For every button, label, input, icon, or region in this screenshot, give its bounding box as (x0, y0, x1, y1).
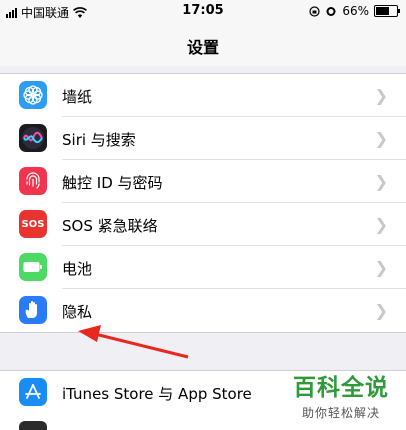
watermark: 百科全说 助你轻松解决 (282, 368, 400, 421)
fingerprint-icon (19, 167, 47, 195)
settings-row-label: 触控 ID 与密码 (62, 174, 163, 192)
group-spacer (0, 66, 406, 72)
siri-icon (19, 124, 47, 152)
status-right: 66% (309, 4, 400, 18)
settings-row-label: 电池 (62, 260, 93, 278)
page-title: 设置 (186, 38, 219, 57)
app-store-icon (19, 378, 47, 406)
chevron-right-icon: ❯ (374, 258, 388, 277)
battery-icon (19, 253, 47, 281)
settings-row-touch-id[interactable]: 触控 ID 与密码 ❯ (0, 160, 406, 203)
battery-indicator-icon (374, 5, 400, 17)
sos-icon-text: SOS (21, 218, 45, 230)
settings-row-siri[interactable]: Siri 与搜索 ❯ (0, 117, 406, 160)
chevron-right-icon: ❯ (374, 301, 388, 320)
settings-row-wallpaper[interactable]: 墙纸 ❯ (0, 74, 406, 117)
settings-row-battery[interactable]: 电池 ❯ (0, 246, 406, 289)
status-bar: 中国联通 17:05 66% (0, 0, 406, 24)
settings-row-label: iTunes Store 与 App Store (62, 385, 252, 403)
navigation-bar: 设置 (0, 24, 406, 67)
settings-row-sos[interactable]: SOS SOS 紧急联络 ❯ (0, 203, 406, 246)
watermark-main: 百科全说 (293, 375, 389, 401)
settings-row-privacy[interactable]: 隐私 ❯ (0, 289, 406, 332)
chevron-right-icon: ❯ (374, 129, 388, 148)
chevron-right-icon: ❯ (374, 86, 388, 105)
battery-fill (376, 7, 389, 15)
battery-percent: 66% (342, 4, 369, 18)
orientation-lock-icon (309, 5, 320, 17)
chevron-right-icon: ❯ (374, 215, 388, 234)
privacy-hand-icon (19, 296, 47, 324)
sos-icon: SOS (19, 210, 47, 238)
alarm-icon (326, 7, 336, 16)
settings-list: 墙纸 ❯ Siri 与搜索 ❯ 触控 ID 与密码 ❯ SOS SOS 紧急联络… (0, 73, 406, 333)
settings-row-label: SOS 紧急联络 (62, 217, 158, 235)
settings-row-label: 墙纸 (62, 88, 93, 106)
watermark-sub: 助你轻松解决 (301, 406, 380, 420)
settings-row-label: 隐私 (62, 303, 93, 321)
chevron-right-icon: ❯ (374, 172, 388, 191)
wallpaper-icon (19, 81, 47, 109)
settings-row-label: Siri 与搜索 (62, 131, 136, 149)
